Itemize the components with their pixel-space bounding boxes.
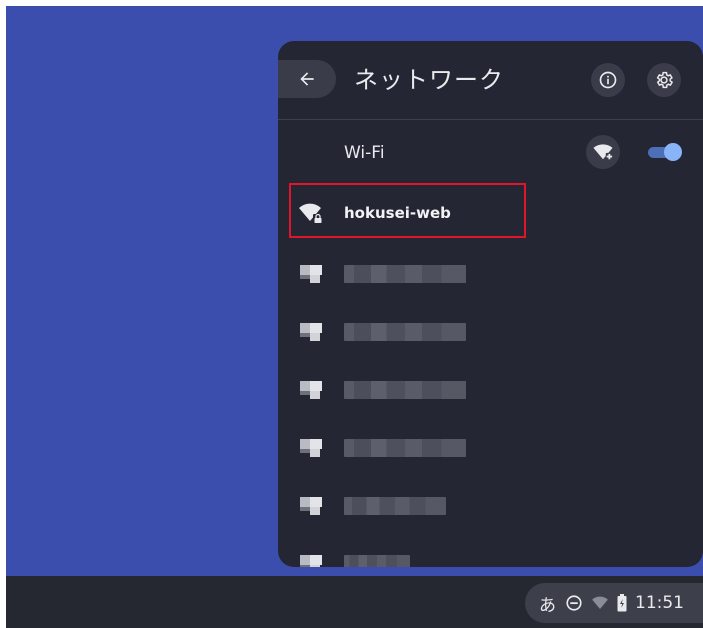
gear-icon	[656, 71, 674, 89]
obscured-wifi-icon	[298, 261, 326, 285]
clock: 11:51	[635, 593, 684, 613]
ime-indicator: あ	[539, 595, 556, 616]
do-not-disturb-icon	[565, 594, 583, 612]
wifi-toggle[interactable]	[646, 143, 682, 161]
obscured-wifi-icon	[298, 319, 326, 343]
wifi-add-icon	[593, 144, 613, 161]
network-item-obscured[interactable]	[278, 243, 703, 301]
obscured-wifi-icon	[298, 493, 326, 517]
obscured-network-name	[344, 439, 466, 457]
wifi-label: Wi-Fi	[344, 143, 385, 163]
network-name: hokusei-web	[344, 204, 451, 222]
wifi-lock-icon	[298, 201, 326, 225]
back-button[interactable]	[278, 60, 336, 98]
network-list: hokusei-web	[278, 181, 703, 567]
obscured-wifi-icon	[298, 435, 326, 459]
wifi-icon	[591, 595, 609, 611]
header-divider	[278, 119, 703, 120]
obscured-network-name	[344, 323, 466, 341]
obscured-network-name	[344, 555, 410, 567]
wifi-toggle-knob	[664, 143, 682, 161]
join-wifi-button[interactable]	[586, 135, 620, 169]
page-title: ネットワーク	[354, 66, 504, 94]
info-icon	[599, 71, 617, 89]
network-item-obscured[interactable]	[278, 417, 703, 475]
network-panel: ネットワーク Wi-Fi hokusei-web	[278, 41, 703, 567]
obscured-wifi-icon	[298, 377, 326, 401]
network-item-obscured[interactable]	[278, 533, 703, 567]
network-item-hokusei-web[interactable]: hokusei-web	[278, 181, 703, 243]
obscured-wifi-icon	[298, 551, 326, 567]
arrow-back-icon	[300, 72, 314, 86]
network-settings-button[interactable]	[647, 63, 681, 97]
obscured-network-name	[344, 265, 466, 283]
status-tray[interactable]: あ 11:51	[525, 583, 703, 623]
wifi-row: Wi-Fi	[278, 129, 703, 177]
panel-header: ネットワーク	[278, 41, 703, 119]
network-item-obscured[interactable]	[278, 359, 703, 417]
network-info-button[interactable]	[591, 63, 625, 97]
obscured-network-name	[344, 497, 446, 515]
battery-icon	[617, 594, 627, 612]
network-item-obscured[interactable]	[278, 301, 703, 359]
obscured-network-name	[344, 381, 466, 399]
network-item-obscured[interactable]	[278, 475, 703, 533]
